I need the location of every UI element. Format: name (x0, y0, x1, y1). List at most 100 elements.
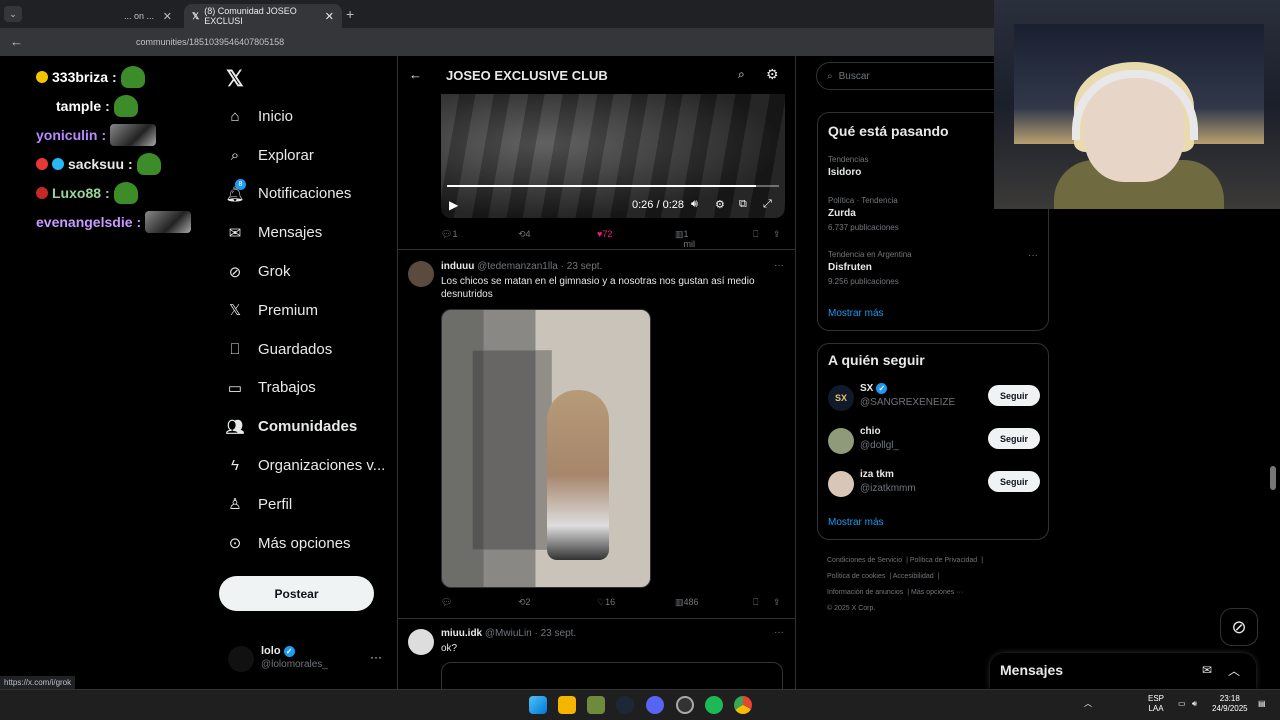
search-icon: ⌕ (827, 70, 833, 82)
more-dots-icon[interactable]: ··· (370, 650, 382, 664)
minecraft-icon[interactable] (587, 696, 605, 714)
tab-label: ... on ... (124, 11, 155, 21)
x-logo-icon[interactable]: 𝕏 (226, 66, 244, 92)
follow-button[interactable]: Seguir (988, 471, 1040, 492)
video-player[interactable]: ▶ 0:26 / 0:28 🔊︎ ⚙ ⧉ ⤢ (441, 94, 785, 218)
views-button[interactable]: ▥ 1 mil (675, 229, 695, 249)
trend-item[interactable]: Tendencia en Argentina Disfruten 9.256 p… (828, 250, 1038, 286)
share-icon[interactable]: ⇪ (773, 597, 781, 608)
trend-name: Zurda (828, 208, 856, 219)
like-button[interactable]: ♡ 16 (597, 597, 615, 608)
follow-suggestion[interactable]: SX SX ✓ @SANGREXENEIZE Seguir (828, 383, 1040, 413)
volume-icon[interactable]: 🔊︎ (1192, 699, 1197, 709)
settings-icon[interactable]: ⚙ (715, 198, 725, 211)
follow-suggestion[interactable]: chio @dollgl_ Seguir (828, 426, 1040, 456)
footer-link[interactable]: Política de Privacidad (910, 557, 977, 564)
reply-button[interactable]: 💬︎ 1 (441, 229, 457, 240)
tweet-author[interactable]: miuu.idk (441, 628, 482, 639)
language-indicator[interactable]: ESP LAA (1148, 694, 1164, 714)
sidebar-item-comunidades[interactable]: 👥︎ Comunidades (225, 407, 385, 446)
back-arrow-icon[interactable]: ← (10, 34, 23, 49)
divider (398, 249, 795, 250)
new-tab-icon[interactable]: + (346, 6, 354, 22)
sidebar-item-notificaciones[interactable]: 🔔︎ 8 Notificaciones (225, 175, 385, 214)
video-progress-bar[interactable] (447, 185, 779, 187)
sidebar-item-mas-opciones[interactable]: ⊙ Más opciones (226, 524, 385, 563)
post-button[interactable]: Postear (219, 576, 374, 611)
new-message-icon[interactable]: ✉ (1202, 663, 1212, 677)
windows-start-icon[interactable] (529, 696, 547, 714)
sidebar-item-grok[interactable]: ⊘ Grok (226, 252, 385, 291)
back-arrow-icon[interactable]: ← (409, 67, 422, 82)
follow-button[interactable]: Seguir (988, 428, 1040, 449)
fullscreen-icon[interactable]: ⤢ (763, 198, 772, 211)
discord-icon[interactable] (646, 696, 664, 714)
volume-icon[interactable]: 🔊︎ (691, 198, 698, 211)
close-tab-icon[interactable]: ✕ (163, 10, 172, 23)
sidebar-item-explorar[interactable]: ⌕ Explorar (226, 136, 385, 175)
more-dots-icon[interactable]: ··· (1028, 250, 1038, 261)
chat-colon: : (105, 184, 110, 201)
notifications-icon[interactable]: ▤ (1258, 699, 1266, 709)
show-more-link[interactable]: Mostrar más (828, 308, 884, 319)
url-field[interactable]: communities/1851039546407805158 (136, 37, 284, 47)
tweet-media[interactable] (441, 662, 783, 689)
sidebar-item-organizaciones[interactable]: ϟ Organizaciones v... (226, 446, 385, 485)
chrome-icon[interactable] (734, 696, 752, 714)
file-explorer-icon[interactable] (558, 696, 576, 714)
chevron-up-icon[interactable]: ︿ (1228, 662, 1240, 679)
sidebar-item-trabajos[interactable]: ▭ Trabajos (226, 369, 385, 408)
pip-icon[interactable]: ⧉ (739, 198, 747, 211)
account-switcher[interactable]: lolo ✓ @lolomorales_ ··· (228, 644, 388, 674)
verified-badge-icon: ✓ (876, 383, 888, 394)
like-button[interactable]: ♥ 72 (597, 229, 612, 239)
bookmark-icon[interactable]: ⎕ (753, 597, 758, 608)
sidebar-item-guardados[interactable]: ⎕ Guardados (226, 330, 385, 369)
grok-button[interactable]: ⊘ (1220, 608, 1258, 646)
sidebar-item-inicio[interactable]: ⌂ Inicio (226, 97, 385, 136)
footer-link[interactable]: Política de cookies (827, 573, 885, 580)
tweet-author[interactable]: induuu (441, 261, 474, 272)
tab-search-button[interactable]: ⌄ (4, 6, 22, 22)
avatar[interactable] (408, 629, 434, 655)
browser-tab-active[interactable]: 𝕏 (8) Comunidad JOSEO EXCLUSI ✕ (184, 4, 342, 28)
tweet-image[interactable] (441, 309, 651, 588)
reply-button[interactable]: 💬︎ (441, 597, 452, 608)
footer-link[interactable]: Información de anuncios (827, 589, 903, 596)
close-tab-icon[interactable]: ✕ (325, 10, 334, 23)
footer-link[interactable]: Accesibilidad (893, 573, 934, 580)
search-input[interactable]: ⌕ Buscar (816, 62, 1016, 90)
sidebar-item-premium[interactable]: 𝕏 Premium (226, 291, 385, 330)
scrollbar[interactable] (1270, 466, 1276, 490)
footer-link[interactable]: Más opciones ··· (911, 589, 963, 596)
spotify-icon[interactable] (705, 696, 723, 714)
follow-button[interactable]: Seguir (988, 385, 1040, 406)
bookmark-icon[interactable]: ⎕ (753, 229, 758, 240)
follow-suggestion[interactable]: iza tkm @izatkmmm Seguir (828, 469, 1040, 499)
messages-drawer[interactable]: Mensajes ✉ ︿ (990, 653, 1256, 689)
steam-icon[interactable] (616, 696, 634, 714)
copyright: © 2025 X Corp. (827, 605, 876, 612)
network-icon[interactable]: ▭ (1178, 699, 1186, 709)
retweet-button[interactable]: ⟲ 4 (518, 229, 531, 240)
sidebar-item-mensajes[interactable]: ✉ Mensajes (226, 213, 385, 252)
search-icon[interactable]: ⌕ (738, 67, 745, 82)
more-dots-icon[interactable]: ··· (774, 627, 784, 638)
avatar[interactable] (408, 261, 434, 287)
browser-tab[interactable]: ... on ... ✕ (26, 4, 180, 28)
sidebar-item-label: Guardados (258, 340, 333, 358)
share-icon[interactable]: ⇪ (773, 229, 781, 240)
gear-icon[interactable]: ⚙ (766, 66, 779, 83)
clock[interactable]: 23:18 24/9/2025 (1212, 694, 1248, 714)
views-button[interactable]: ▥ 486 (675, 597, 699, 608)
more-dots-icon[interactable]: ··· (774, 260, 784, 271)
play-icon[interactable]: ▶ (449, 198, 458, 212)
tray-chevron-icon[interactable]: ︿ (1084, 699, 1092, 709)
footer-link[interactable]: Condiciones de Servicio (827, 557, 902, 564)
chat-badge-icon (52, 157, 64, 170)
retweet-button[interactable]: ⟲ 2 (518, 597, 531, 608)
lang-layout: LAA (1148, 704, 1164, 713)
show-more-link[interactable]: Mostrar más (828, 517, 884, 528)
obs-icon[interactable] (676, 696, 694, 714)
sidebar-item-perfil[interactable]: ♙ Perfil (226, 485, 385, 524)
